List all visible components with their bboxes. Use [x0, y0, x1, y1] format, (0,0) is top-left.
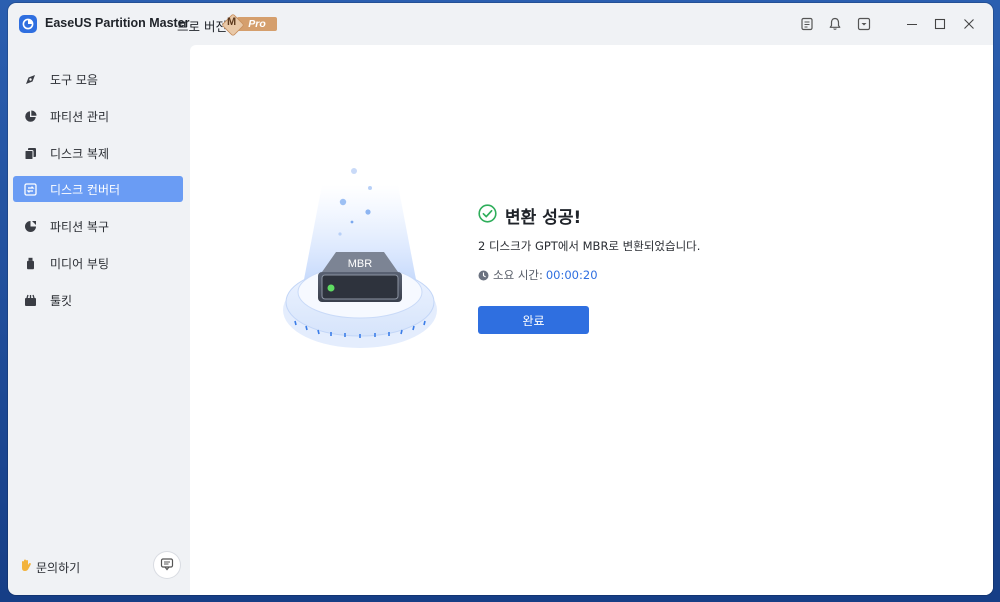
sidebar-item-label: 파티션 복구 — [50, 219, 110, 234]
pie-chart-icon — [23, 109, 37, 123]
sidebar-item-partition-manager[interactable]: 파티션 관리 — [13, 103, 183, 129]
compass-icon — [23, 72, 37, 86]
sidebar-item-toolkit[interactable]: 툴킷 — [13, 287, 183, 313]
main-content: MBR 변환 성공! 2 디스크가 GPT에서 MBR로 변환되었습니다. 소요… — [190, 45, 993, 595]
app-logo-icon — [19, 15, 37, 33]
usb-icon — [23, 256, 37, 270]
toolkit-icon — [23, 293, 37, 307]
minimize-icon[interactable] — [903, 15, 921, 33]
app-name: EaseUS Partition Master — [45, 16, 190, 30]
contact-label: 문의하기 — [36, 560, 81, 575]
result-title: 변환 성공! — [505, 208, 582, 228]
dropdown-box-icon[interactable] — [855, 15, 873, 33]
sidebar-item-bootable-media[interactable]: 미디어 부팅 — [13, 250, 183, 276]
result-header: 변환 성공! — [478, 203, 581, 228]
app-edition: 프로 버전 — [177, 19, 227, 34]
sidebar-item-label: 미디어 부팅 — [50, 256, 110, 271]
done-button[interactable]: 완료 — [478, 306, 589, 334]
sidebar-item-label: 툴킷 — [50, 293, 73, 308]
recovery-icon — [23, 219, 37, 233]
check-circle-icon — [478, 204, 497, 227]
close-icon[interactable] — [960, 15, 978, 33]
sidebar-item-disk-converter[interactable]: 디스크 컨버터 — [13, 176, 183, 202]
sidebar-item-label: 도구 모음 — [50, 72, 98, 87]
elapsed-time-value: 00:00:20 — [545, 268, 598, 282]
disk-conversion-illustration: MBR — [280, 160, 440, 350]
convert-icon — [23, 182, 37, 196]
sidebar-item-label: 파티션 관리 — [50, 109, 110, 124]
disk-type-label: MBR — [348, 258, 373, 270]
feedback-button[interactable] — [154, 552, 180, 578]
title-bar: EaseUS Partition Master 프로 버전 Pro M — [8, 3, 993, 45]
waving-hand-icon — [19, 558, 33, 576]
sidebar-item-partition-recovery[interactable]: 파티션 복구 — [13, 213, 183, 239]
elapsed-time: 소요 시간: 00:00:20 — [478, 267, 598, 283]
sidebar-item-toolbox[interactable]: 도구 모음 — [13, 66, 183, 92]
pro-badge: Pro M — [221, 13, 279, 37]
sidebar-item-label: 디스크 복제 — [50, 146, 110, 161]
badge-letter: M — [227, 16, 237, 28]
elapsed-time-label: 소요 시간: — [493, 268, 543, 282]
notes-icon[interactable] — [798, 15, 816, 33]
contact-link[interactable]: 문의하기 — [19, 558, 80, 576]
copy-icon — [23, 146, 37, 160]
result-description: 2 디스크가 GPT에서 MBR로 변환되었습니다. — [478, 239, 701, 253]
chat-icon — [160, 556, 174, 575]
sidebar: 도구 모음 파티션 관리 디스크 복제 디스크 컨버터 파티션 복구 미디어 부… — [8, 45, 190, 595]
bell-icon[interactable] — [826, 15, 844, 33]
sidebar-item-label: 디스크 컨버터 — [50, 182, 121, 197]
app-window: EaseUS Partition Master 프로 버전 Pro M 도구 모… — [8, 3, 993, 595]
maximize-icon[interactable] — [931, 15, 949, 33]
sidebar-item-disk-clone[interactable]: 디스크 복제 — [13, 140, 183, 166]
clock-icon — [478, 270, 489, 281]
